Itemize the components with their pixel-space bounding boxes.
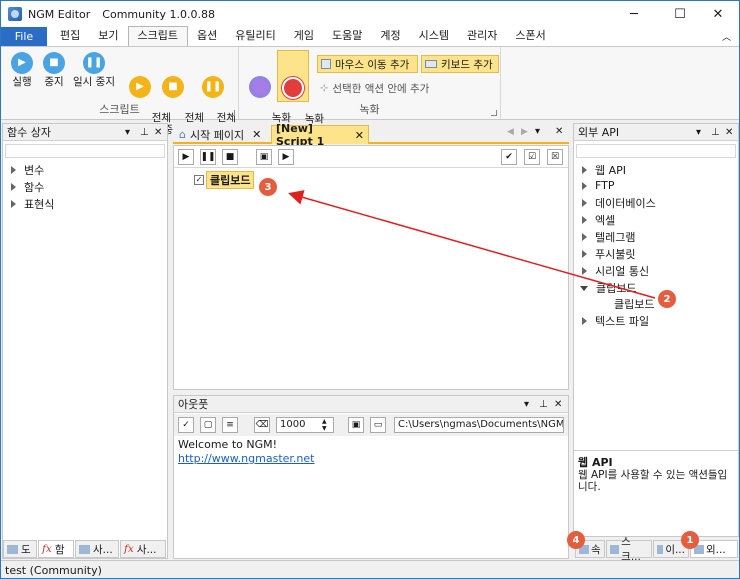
status-bar: test (Community): [1, 560, 739, 578]
step-badge-3: 3: [259, 178, 277, 196]
step-badge-1: 1: [681, 531, 699, 549]
step-badge-4: 4: [567, 531, 585, 549]
app-window: NGM Editor Community 1.0.0.88 ─ ☐ ✕ File…: [0, 0, 740, 579]
annotation-arrow: [288, 190, 656, 299]
step-badge-2: 2: [658, 290, 676, 308]
